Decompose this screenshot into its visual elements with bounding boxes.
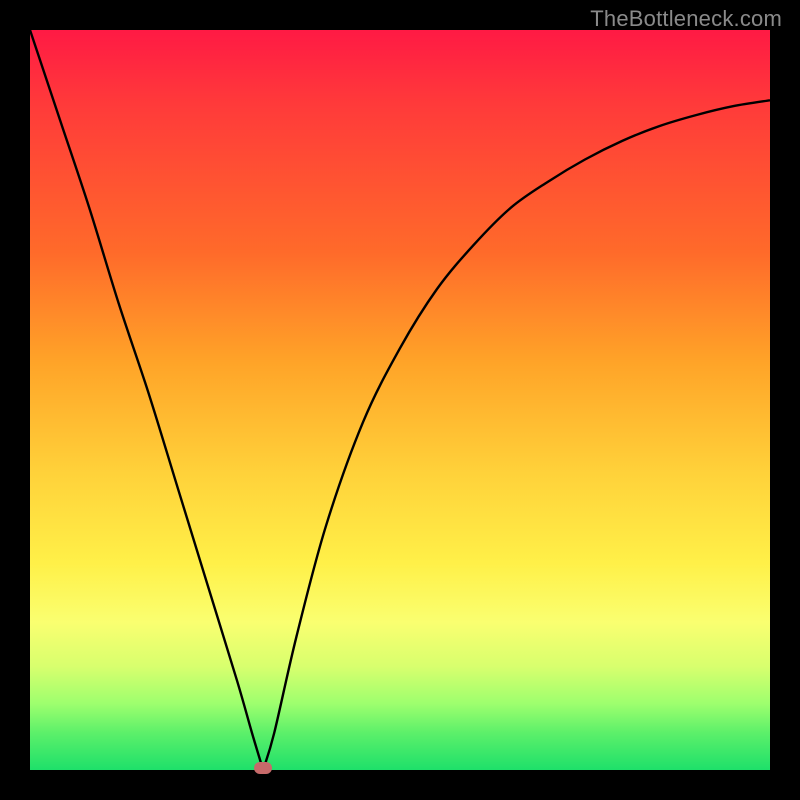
plot-area [30,30,770,770]
watermark-text: TheBottleneck.com [590,6,782,32]
optimum-marker [254,762,272,774]
bottleneck-curve [30,30,770,770]
curve-path [30,30,770,770]
chart-frame: TheBottleneck.com [0,0,800,800]
